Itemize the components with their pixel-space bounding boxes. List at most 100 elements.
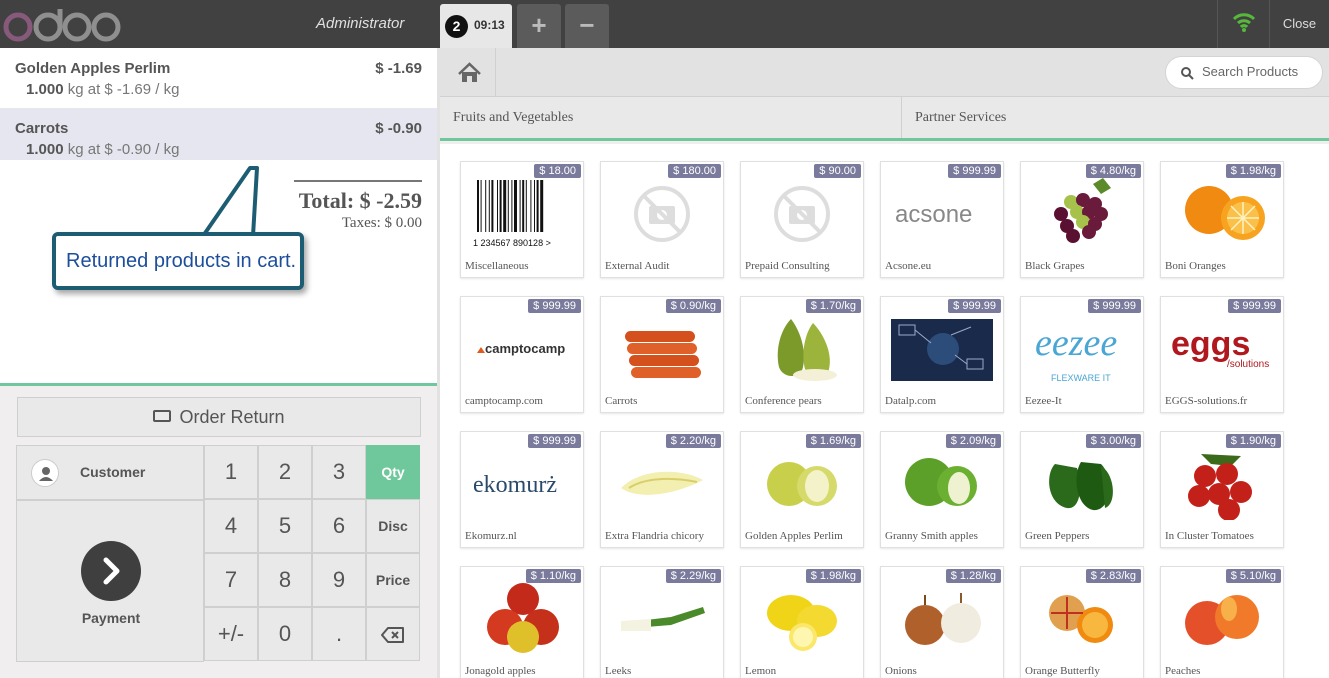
product-card[interactable]: $ 1.10/kg Jonagold apples <box>460 566 584 678</box>
product-image: eggs/solutions <box>1171 309 1273 385</box>
product-card[interactable]: $ 2.83/kg Orange Butterfly <box>1020 566 1144 678</box>
product-name: Golden Apples Perlim <box>745 530 843 542</box>
product-image: camptocamp <box>471 309 573 385</box>
product-price: $ 999.99 <box>1228 299 1281 313</box>
product-grid: 1 234567 890128 > $ 18.00 Miscellaneous $ 1… <box>440 144 1329 678</box>
annotation-callout: Returned products in cart. <box>52 232 304 290</box>
product-price: $ 1.10/kg <box>525 569 581 583</box>
order-tab[interactable]: 2 09:13 <box>440 4 512 48</box>
product-card[interactable]: $ 1.90/kg In Cluster Tomatoes <box>1160 431 1284 548</box>
cashier-name[interactable]: Administrator <box>316 15 404 32</box>
product-name: Eezee-It <box>1025 395 1062 407</box>
product-card[interactable]: acsone $ 999.99 Acsone.eu <box>880 161 1004 278</box>
user-icon <box>31 459 59 487</box>
product-card[interactable]: $ 4.80/kg Black Grapes <box>1020 161 1144 278</box>
money-icon <box>153 410 172 423</box>
product-card[interactable]: ekomurż $ 999.99 Ekomurz.nl <box>460 431 584 548</box>
product-card[interactable]: $ 2.29/kg Leeks <box>600 566 724 678</box>
category-partner-services[interactable]: Partner Services <box>902 97 1329 138</box>
category-fruits-and-vegetables[interactable]: Fruits and Vegetables <box>440 97 902 138</box>
product-card[interactable]: $ 5.10/kg Peaches <box>1160 566 1284 678</box>
add-order-button[interactable]: + <box>517 4 561 48</box>
order-line[interactable]: Golden Apples Perlim $ -1.69 1.000 kg at… <box>0 48 437 100</box>
product-image <box>611 444 713 520</box>
product-logo-text: acsone <box>895 201 972 228</box>
product-price: $ 3.00/kg <box>1085 434 1141 448</box>
home-button[interactable] <box>443 48 496 97</box>
product-image: ekomurż <box>471 444 573 520</box>
product-price: $ 4.80/kg <box>1085 164 1141 178</box>
search-input[interactable] <box>1202 64 1317 79</box>
product-card[interactable]: $ 1.98/kg Lemon <box>740 566 864 678</box>
order-return-label: Order Return <box>179 407 285 427</box>
mode-price-button[interactable]: Price <box>366 553 420 607</box>
numpad-key-6[interactable]: 6 <box>312 499 366 553</box>
numpad-key-plusminus[interactable]: +/- <box>204 607 258 661</box>
product-price: $ 90.00 <box>814 164 861 178</box>
product-card[interactable]: $ 90.00 Prepaid Consulting <box>740 161 864 278</box>
numpad-key-3[interactable]: 3 <box>312 445 366 499</box>
order-line-price: $ -0.90 <box>375 120 422 137</box>
product-price: $ 999.99 <box>1088 299 1141 313</box>
product-card[interactable]: $ 2.09/kg Granny Smith apples <box>880 431 1004 548</box>
search-icon <box>1181 67 1194 80</box>
numpad-key-0[interactable]: 0 <box>258 607 312 661</box>
customer-button[interactable]: Customer <box>16 445 204 500</box>
product-card[interactable]: $ 1.69/kg Golden Apples Perlim <box>740 431 864 548</box>
product-card[interactable]: eezee FLEXWARE IT $ 999.99 Eezee-It <box>1020 296 1144 413</box>
numpad-key-dot[interactable]: . <box>312 607 366 661</box>
numpad-key-5[interactable]: 5 <box>258 499 312 553</box>
product-price: $ 2.83/kg <box>1085 569 1141 583</box>
product-card[interactable]: $ 0.90/kg Carrots <box>600 296 724 413</box>
product-name: Prepaid Consulting <box>745 260 830 272</box>
numpad-key-8[interactable]: 8 <box>258 553 312 607</box>
order-line-selected[interactable]: Carrots $ -0.90 1.000 kg at $ -0.90 / kg <box>0 108 437 160</box>
product-card[interactable]: $ 1.28/kg Onions <box>880 566 1004 678</box>
product-image: eezee FLEXWARE IT <box>1031 309 1133 385</box>
callout-pointer <box>201 166 259 238</box>
order-line-qty: 1.000 <box>26 81 64 98</box>
payment-button[interactable]: Payment <box>16 500 204 662</box>
product-image <box>1031 579 1133 655</box>
numpad-key-9[interactable]: 9 <box>312 553 366 607</box>
product-card[interactable]: $ 1.70/kg Conference pears <box>740 296 864 413</box>
product-card[interactable]: $ 3.00/kg Green Peppers <box>1020 431 1144 548</box>
product-price: $ 5.10/kg <box>1225 569 1281 583</box>
remove-order-button[interactable]: − <box>565 4 609 48</box>
callout-text: Returned products in cart. <box>66 250 297 272</box>
order-line-name: Carrots <box>15 120 69 137</box>
svg-text:ekomurż: ekomurż <box>473 472 557 498</box>
product-card[interactable]: 1 234567 890128 > $ 18.00 Miscellaneous <box>460 161 584 278</box>
odoo-logo <box>3 9 121 42</box>
product-card[interactable]: $ 1.98/kg Boni Oranges <box>1160 161 1284 278</box>
product-image <box>1031 444 1133 520</box>
svg-text:camptocamp: camptocamp <box>485 341 565 356</box>
product-card[interactable]: eggs/solutions $ 999.99 EGGS-solutions.fr <box>1160 296 1284 413</box>
mode-disc-button[interactable]: Disc <box>366 499 420 553</box>
product-card[interactable]: $ 2.20/kg Extra Flandria chicory <box>600 431 724 548</box>
product-card[interactable]: $ 999.99 Datalp.com <box>880 296 1004 413</box>
order-container: Golden Apples Perlim $ -1.69 1.000 kg at… <box>0 48 437 386</box>
numpad-key-4[interactable]: 4 <box>204 499 258 553</box>
product-card[interactable]: $ 180.00 External Audit <box>600 161 724 278</box>
product-name: Leeks <box>605 665 632 677</box>
backspace-button[interactable] <box>366 607 420 661</box>
numpad-key-7[interactable]: 7 <box>204 553 258 607</box>
order-line-name: Golden Apples Perlim <box>15 60 171 77</box>
product-price: $ 2.09/kg <box>945 434 1001 448</box>
close-button[interactable]: Close <box>1269 0 1329 48</box>
mode-qty-button[interactable]: Qty <box>366 445 420 499</box>
product-name: Boni Oranges <box>1165 260 1226 272</box>
product-card[interactable]: camptocamp $ 999.99 camptocamp.com <box>460 296 584 413</box>
wifi-status[interactable] <box>1217 0 1269 48</box>
right-pane: Fruits and Vegetables Partner Services 1… <box>437 48 1329 678</box>
search-box[interactable] <box>1165 56 1323 89</box>
product-name: Acsone.eu <box>885 260 932 272</box>
numpad-key-1[interactable]: 1 <box>204 445 258 499</box>
product-name: Orange Butterfly <box>1025 665 1100 677</box>
product-price: $ 2.20/kg <box>665 434 721 448</box>
product-image <box>751 309 853 385</box>
order-return-button[interactable]: Order Return <box>17 397 421 437</box>
numpad-key-2[interactable]: 2 <box>258 445 312 499</box>
svg-text:1 234567 890128 >: 1 234567 890128 > <box>473 238 551 248</box>
